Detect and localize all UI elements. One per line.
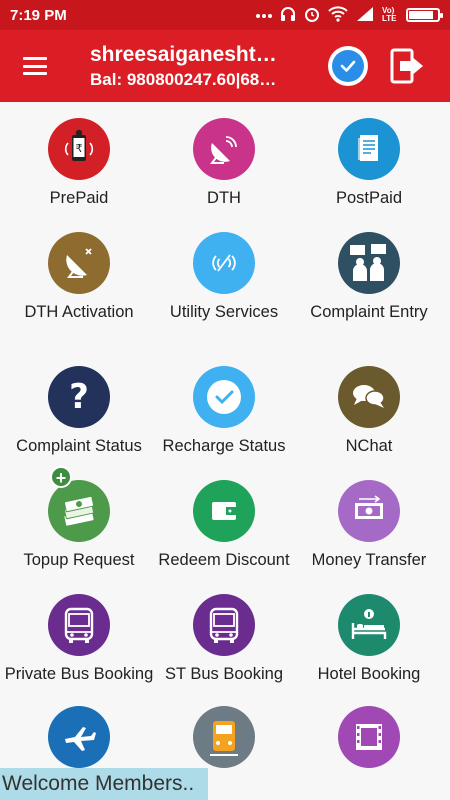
status-icons: Vo) LTE [256,5,443,25]
satellite-dish-icon [193,118,255,180]
balance-text: Bal: 980800247.60|68… [90,69,277,89]
service-tile[interactable]: ST Bus Booking [149,594,299,685]
chat-bubbles-icon [338,366,400,428]
service-tile[interactable]: ? Complaint Status [4,366,154,457]
dish-activation-icon [48,232,110,294]
service-tile-label: Money Transfer [311,551,427,569]
service-tile[interactable]: Topup Request + [4,466,154,571]
plus-badge-icon: + [50,466,72,488]
wireless-signal-icon [193,232,255,294]
hamburger-icon [23,57,47,75]
volte-icon: Vo) LTE [382,6,397,23]
service-tile[interactable] [4,706,154,768]
bus-icon [193,594,255,656]
app-bar: shreesaiganesht… Bal: 980800247.60|68… [0,30,450,102]
service-tile[interactable] [149,706,299,768]
svg-text:?: ? [69,377,89,417]
logout-button[interactable] [390,30,440,102]
film-icon [338,706,400,768]
service-tile[interactable]: Redeem Discount [149,480,299,571]
signal-icon [356,6,374,24]
checkmark-icon [193,366,255,428]
question-mark-icon: ? [48,366,110,428]
battery-icon [406,8,443,22]
service-tile[interactable]: ₹ PrePaid [4,118,154,209]
complaint-people-icon [338,232,400,294]
checkmark-circle-icon [332,50,364,82]
svg-text:₹: ₹ [76,142,83,155]
service-tile[interactable]: Recharge Status [149,366,299,457]
page-title: shreesaiganesht… [90,42,277,66]
service-tile-label: NChat [345,437,393,455]
service-tile[interactable] [294,706,444,768]
wallet-icon [193,480,255,542]
mobile-recharge-icon: ₹ [48,118,110,180]
service-tile-label: ST Bus Booking [164,665,283,683]
logout-icon [390,48,423,84]
alarm-icon [304,6,320,25]
headset-icon [280,6,296,25]
service-tile-label: Redeem Discount [158,551,290,569]
hotel-bed-icon [338,594,400,656]
service-tile[interactable]: Private Bus Booking [4,594,154,685]
service-tile[interactable]: Utility Services [149,232,299,323]
service-tile-label: DTH Activation [24,303,134,321]
cash-transfer-icon [338,480,400,542]
service-tile[interactable]: NChat [294,366,444,457]
train-icon [193,706,255,768]
more-dots-icon [256,8,272,22]
service-tile-label: PrePaid [49,189,109,207]
service-tile[interactable]: Hotel Booking [294,594,444,685]
wifi-icon [328,5,348,25]
verify-button[interactable] [328,46,368,86]
bus-icon [48,594,110,656]
title-block: shreesaiganesht… Bal: 980800247.60|68… [70,43,328,90]
service-tile[interactable]: Complaint Entry [294,232,444,323]
menu-button[interactable] [0,30,70,102]
welcome-marquee: Welcome Members.. [0,768,208,800]
money-stack-icon [48,480,110,542]
service-tile-label: PostPaid [335,189,403,207]
service-tile-label: Recharge Status [162,437,286,455]
airplane-icon [48,706,110,768]
service-tile[interactable]: PostPaid [294,118,444,209]
service-tile-label: Complaint Entry [310,303,428,321]
service-tile-label: Utility Services [169,303,279,321]
service-tile-label: Topup Request [23,551,135,569]
service-tile-label: DTH [207,189,241,207]
status-bar: 7:19 PM Vo) LTE [0,0,450,30]
bill-document-icon [338,118,400,180]
service-tile[interactable]: Money Transfer [294,480,444,571]
service-tile-label: Complaint Status [16,437,142,455]
service-tile-label: Private Bus Booking [4,665,154,683]
service-tile[interactable]: DTH Activation [4,232,154,323]
service-tile-label: Hotel Booking [317,665,421,683]
service-tile[interactable]: DTH [149,118,299,209]
status-time: 7:19 PM [10,6,67,24]
